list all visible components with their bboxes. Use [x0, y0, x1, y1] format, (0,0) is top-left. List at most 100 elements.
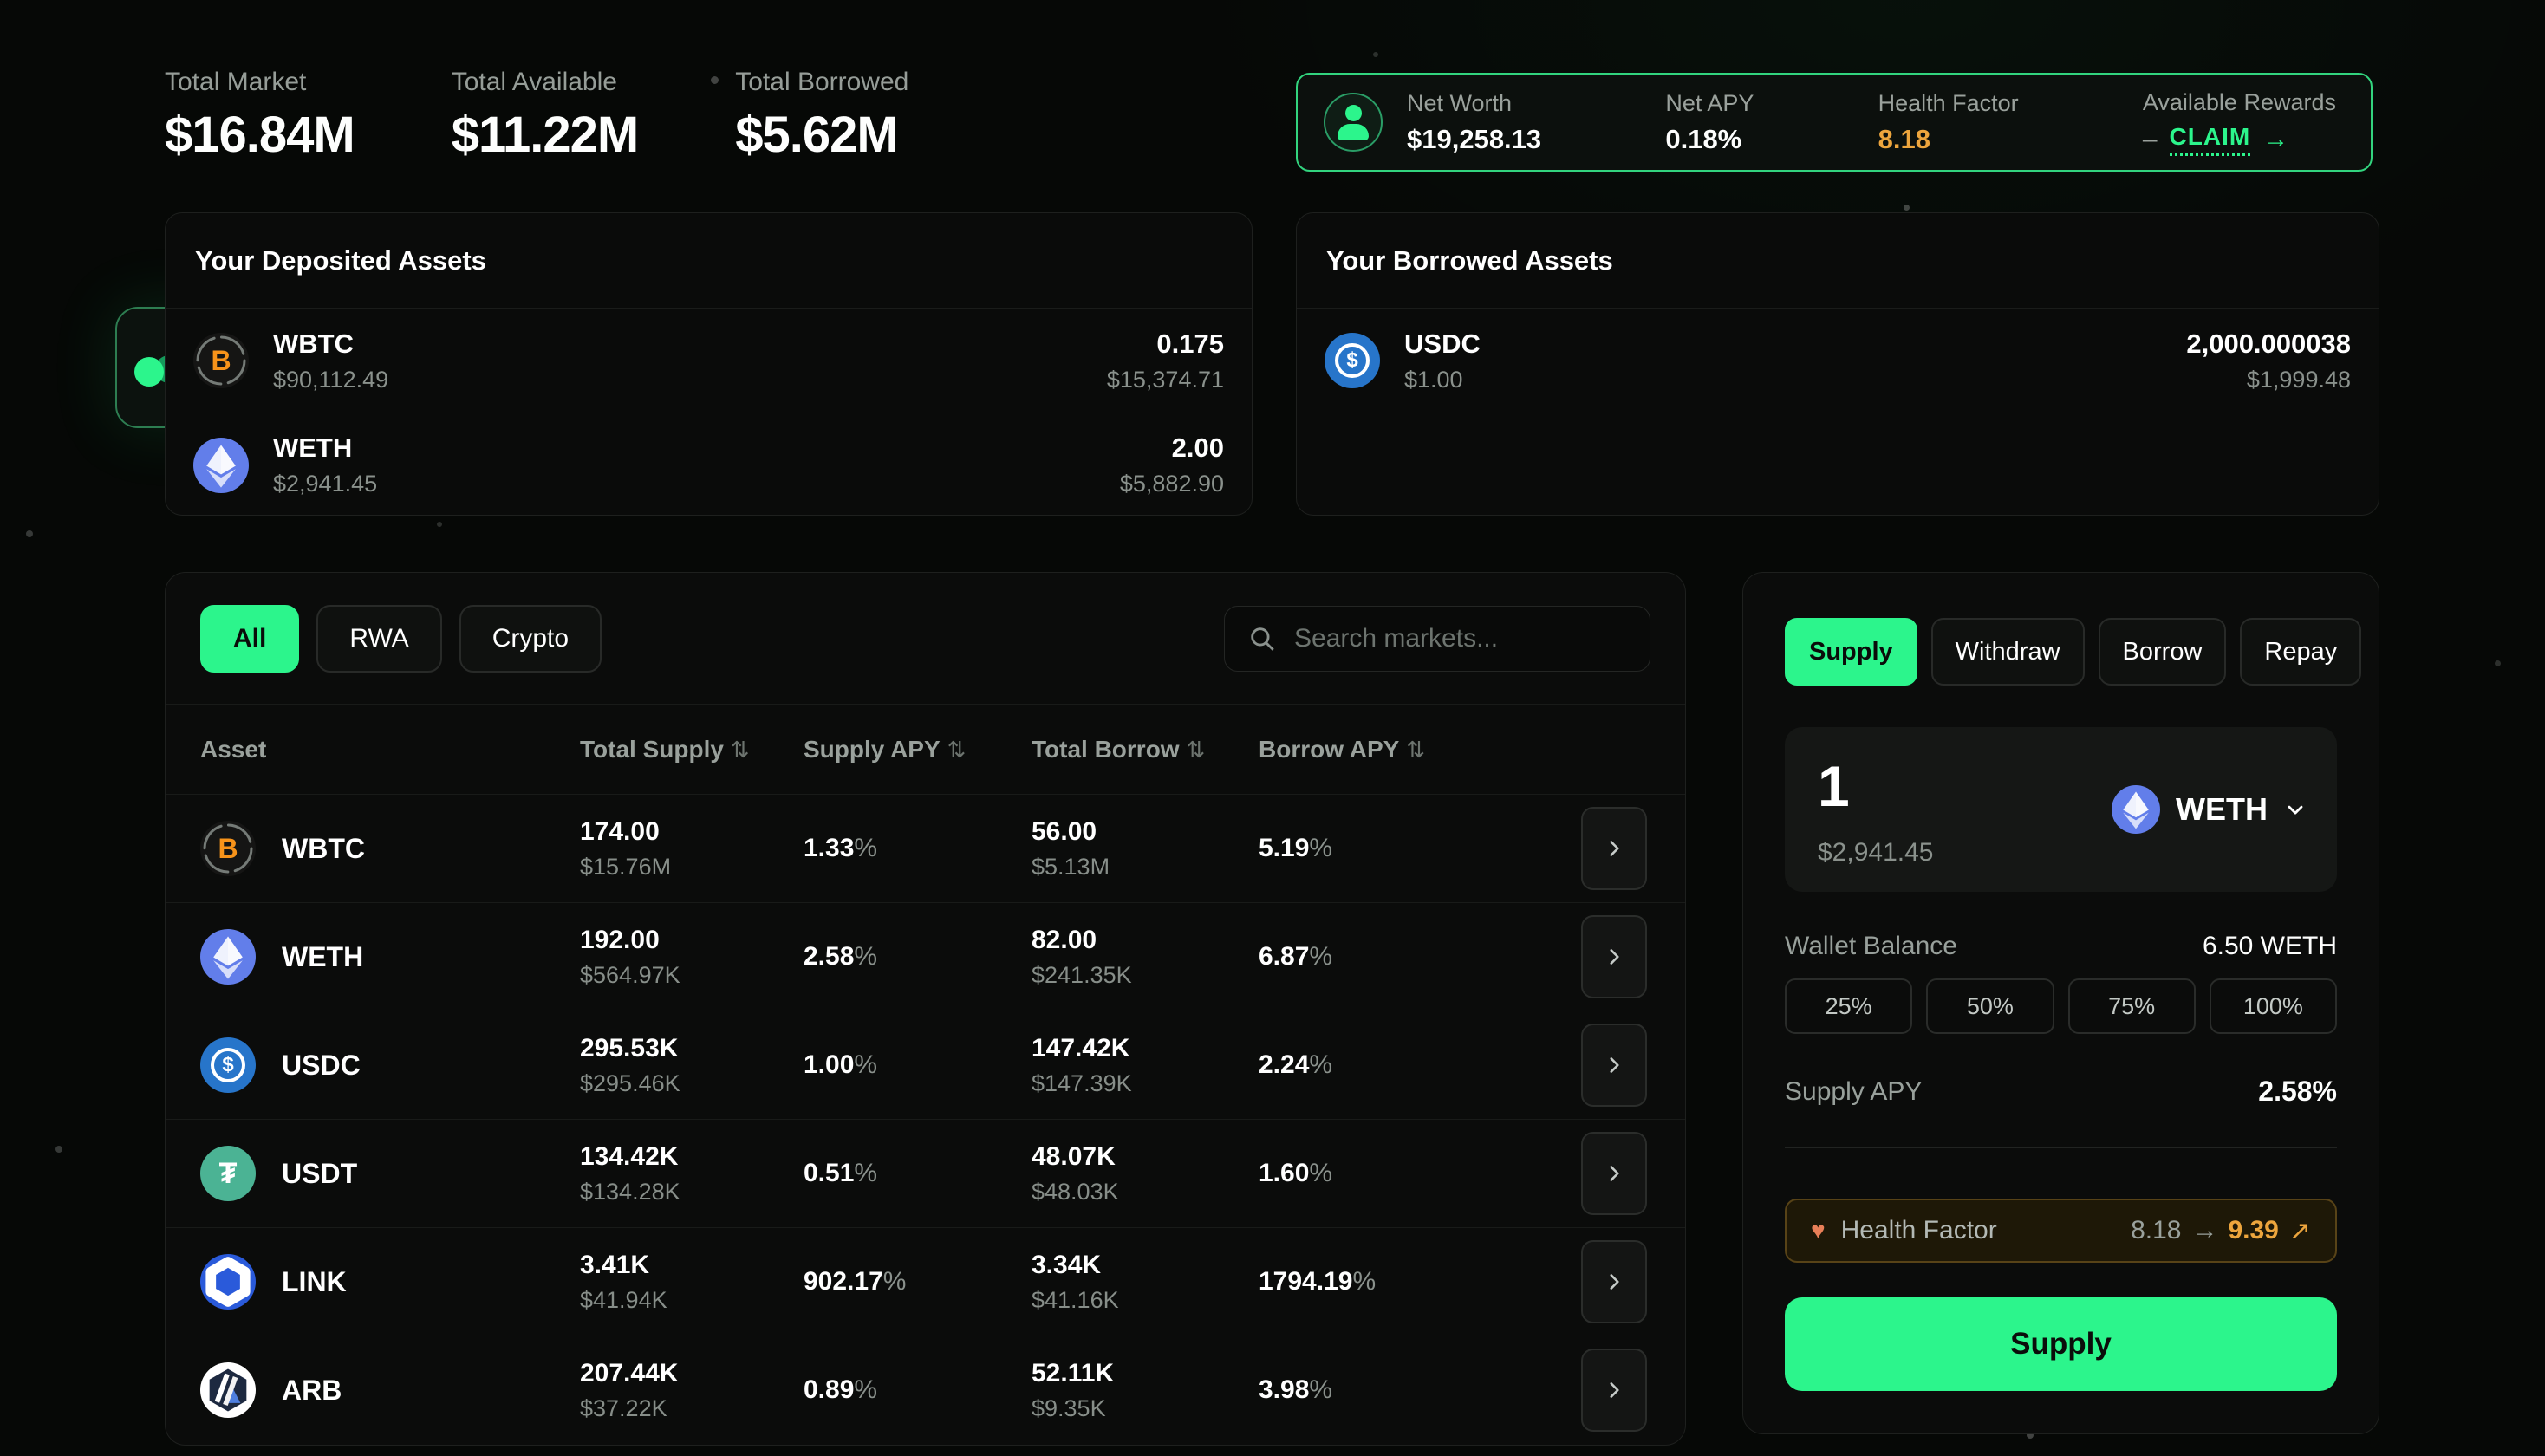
row-detail-button[interactable]: [1581, 1240, 1647, 1323]
weth-icon: [193, 438, 249, 493]
trending-up-icon: ↗: [2289, 1216, 2311, 1246]
percent-100-button[interactable]: 100%: [2210, 978, 2337, 1034]
health-projected: 9.39: [2228, 1216, 2278, 1245]
stat-total-market: Total Market $16.84M: [165, 68, 355, 164]
account-summary-card: Net Worth $19,258.13 Net APY 0.18% Healt…: [1296, 73, 2373, 172]
amount-usd-value: $2,941.45: [1818, 838, 1933, 868]
action-panel: Supply Withdraw Borrow Repay 1 $2,941.45…: [1742, 572, 2379, 1434]
panel-title: Your Deposited Assets: [166, 213, 1252, 309]
arrow-right-icon: →: [2262, 125, 2288, 154]
percent-options: 25% 50% 75% 100%: [1785, 978, 2337, 1034]
stat-label: Total Market: [165, 68, 355, 97]
market-row-usdt[interactable]: ₮ USDT 134.42K$134.28K 0.51% 48.07K$48.0…: [166, 1119, 1685, 1227]
tab-rwa[interactable]: RWA: [316, 605, 441, 673]
market-row-usdc[interactable]: $ USDC 295.53K$295.46K 1.00% 147.42K$147…: [166, 1011, 1685, 1119]
sort-icon: ⇅: [731, 737, 750, 763]
rewards-empty-value: –: [2143, 125, 2158, 154]
chevron-right-icon: [1603, 1162, 1625, 1185]
sort-icon: ⇅: [947, 737, 967, 763]
tab-repay[interactable]: Repay: [2240, 618, 2361, 686]
col-asset: Asset: [200, 736, 580, 764]
panel-title: Your Borrowed Assets: [1297, 213, 2379, 309]
market-filter-tabs: All RWA Crypto: [200, 605, 602, 673]
percent-50-button[interactable]: 50%: [1926, 978, 2054, 1034]
borrowed-assets-panel: Your Borrowed Assets $ USDC $1.00 2,000.…: [1296, 212, 2379, 516]
particle-dot: [26, 530, 33, 537]
row-detail-button[interactable]: [1581, 915, 1647, 998]
percent-75-button[interactable]: 75%: [2068, 978, 2196, 1034]
claim-link[interactable]: CLAIM: [2170, 123, 2251, 156]
weth-icon: [2112, 785, 2160, 834]
col-supply-apy[interactable]: Supply APY⇅: [804, 736, 1032, 764]
usdc-icon: $: [200, 1037, 256, 1093]
particle-dot: [2495, 660, 2501, 666]
amount-input[interactable]: 1: [1818, 753, 1850, 819]
health-factor-label: Health Factor: [1841, 1216, 1997, 1245]
health-factor-indicator: ♥ Health Factor 8.18 → 9.39 ↗: [1785, 1199, 2337, 1263]
usdc-icon: $: [1325, 333, 1380, 388]
action-tabs: Supply Withdraw Borrow Repay: [1785, 618, 2337, 686]
markets-panel: All RWA Crypto Asset Total Supply⇅ Suppl…: [165, 572, 1686, 1446]
particle-dot: [55, 1146, 62, 1153]
tab-borrow[interactable]: Borrow: [2099, 618, 2227, 686]
stat-label: Total Borrowed: [735, 68, 908, 97]
percent-25-button[interactable]: 25%: [1785, 978, 1912, 1034]
chevron-right-icon: [1603, 837, 1625, 860]
row-detail-button[interactable]: [1581, 1024, 1647, 1107]
sort-icon: ⇅: [1406, 737, 1425, 763]
particle-dot: [1373, 52, 1378, 57]
heart-icon: ♥: [1811, 1217, 1826, 1245]
row-detail-button[interactable]: [1581, 1132, 1647, 1215]
stat-label: Total Available: [452, 68, 639, 97]
deposited-assets-panel: Your Deposited Assets B WBTC $90,112.49 …: [165, 212, 1253, 516]
chevron-right-icon: [1603, 1054, 1625, 1076]
particle-dot: [1904, 205, 1910, 211]
token-selector[interactable]: WETH: [2112, 785, 2307, 834]
defi-dashboard: { "colors": { "accent":"#2cf58c", "amber…: [0, 0, 2545, 1456]
stat-total-available: Total Available $11.22M: [452, 68, 639, 164]
borrowed-row-usdc[interactable]: $ USDC $1.00 2,000.000038 $1,999.48: [1297, 309, 2379, 413]
supply-submit-button[interactable]: Supply: [1785, 1297, 2337, 1391]
deposited-row-wbtc[interactable]: B WBTC $90,112.49 0.175 $15,374.71: [166, 309, 1252, 413]
amount-input-card[interactable]: 1 $2,941.45 WETH: [1785, 727, 2337, 892]
stat-value: $11.22M: [452, 106, 639, 164]
market-row-arb[interactable]: ARB 207.44K$37.22K 0.89% 52.11K$9.35K 3.…: [166, 1336, 1685, 1444]
tab-all[interactable]: All: [200, 605, 299, 673]
col-total-borrow[interactable]: Total Borrow⇅: [1032, 736, 1259, 764]
search-input[interactable]: [1294, 624, 1629, 653]
health-current: 8.18: [2131, 1216, 2181, 1245]
col-borrow-apy[interactable]: Borrow APY⇅: [1259, 736, 1575, 764]
chevron-right-icon: [1603, 1271, 1625, 1293]
selected-token: WETH: [2176, 791, 2268, 828]
tab-crypto[interactable]: Crypto: [459, 605, 602, 673]
particle-dot: [437, 522, 442, 527]
divider: [1785, 1147, 2337, 1148]
search-icon: [1247, 624, 1277, 653]
chevron-down-icon: [2283, 797, 2307, 822]
stat-value: $16.84M: [165, 106, 355, 164]
usdt-icon: ₮: [200, 1146, 256, 1201]
row-detail-button[interactable]: [1581, 807, 1647, 890]
row-detail-button[interactable]: [1581, 1349, 1647, 1432]
market-row-wbtc[interactable]: B WBTC 174.00$15.76M 1.33% 56.00$5.13M 5…: [166, 794, 1685, 902]
arrow-right-icon: →: [2191, 1216, 2217, 1245]
health-factor: Health Factor 8.18: [1878, 90, 2019, 155]
deposited-row-weth[interactable]: WETH $2,941.45 2.00 $5,882.90: [166, 413, 1252, 516]
market-row-link[interactable]: LINK 3.41K$41.94K 902.17% 3.34K$41.16K 1…: [166, 1227, 1685, 1336]
link-icon: [200, 1254, 256, 1310]
coin-icon: [134, 357, 164, 387]
tab-withdraw[interactable]: Withdraw: [1931, 618, 2085, 686]
wbtc-icon: B: [200, 821, 256, 876]
wallet-balance-label: Wallet Balance: [1785, 932, 1957, 961]
chevron-right-icon: [1603, 1379, 1625, 1401]
market-row-weth[interactable]: WETH 192.00$564.97K 2.58% 82.00$241.35K …: [166, 902, 1685, 1011]
stat-total-borrowed: Total Borrowed $5.62M: [735, 68, 908, 164]
col-total-supply[interactable]: Total Supply⇅: [580, 736, 804, 764]
search-markets-box[interactable]: [1224, 606, 1650, 672]
net-worth: Net Worth $19,258.13: [1407, 90, 1541, 155]
chevron-right-icon: [1603, 946, 1625, 968]
supply-apy-label: Supply APY: [1785, 1077, 1922, 1107]
weth-icon: [200, 929, 256, 985]
tab-supply[interactable]: Supply: [1785, 618, 1917, 686]
available-rewards: Available Rewards – CLAIM →: [2143, 89, 2336, 156]
